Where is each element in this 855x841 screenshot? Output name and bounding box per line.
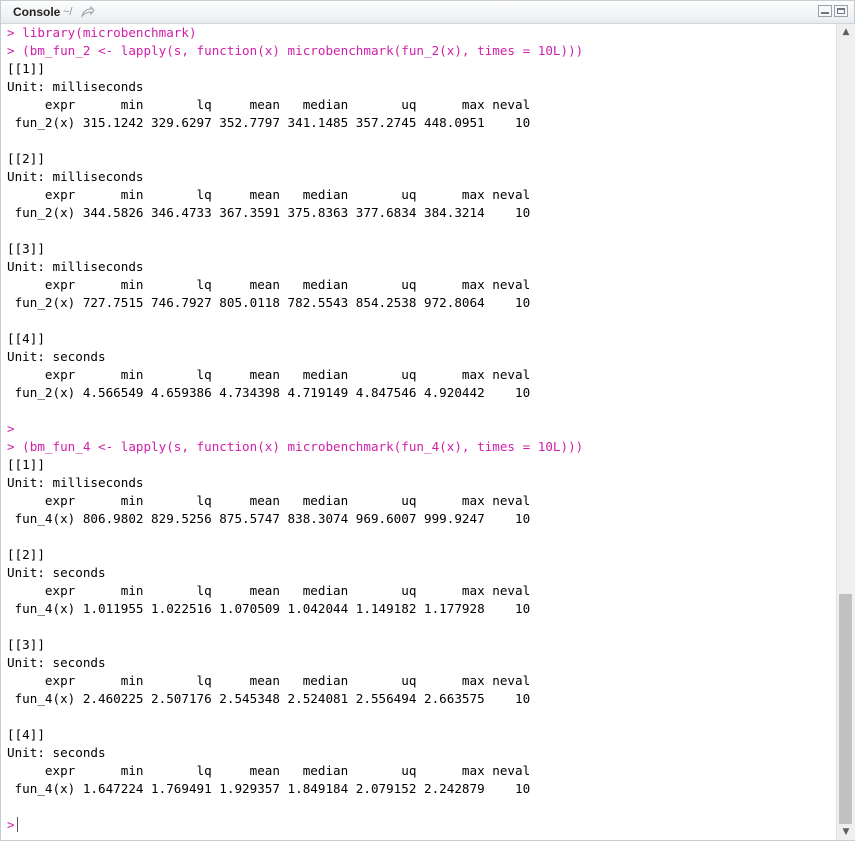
- output-line: fun_4(x) 806.9802 829.5256 875.5747 838.…: [7, 511, 531, 526]
- output-line: Unit: seconds: [7, 655, 106, 670]
- output-line: Unit: milliseconds: [7, 259, 144, 274]
- prompt-symbol: >: [7, 817, 15, 832]
- arrow-out-icon[interactable]: [80, 5, 95, 18]
- command-line: > library(microbenchmark): [7, 25, 197, 40]
- output-line: fun_2(x) 344.5826 346.4733 367.3591 375.…: [7, 205, 531, 220]
- scroll-down-arrow[interactable]: ▼: [837, 824, 855, 840]
- maximize-icon[interactable]: [834, 5, 848, 17]
- minimize-icon[interactable]: [818, 5, 832, 17]
- output-line: fun_4(x) 1.011955 1.022516 1.070509 1.04…: [7, 601, 531, 616]
- scroll-up-arrow[interactable]: ▲: [837, 24, 855, 40]
- output-line: Unit: milliseconds: [7, 79, 144, 94]
- command-line: > (bm_fun_4 <- lapply(s, function(x) mic…: [7, 439, 584, 454]
- output-line: expr min lq mean median uq max neval: [7, 763, 531, 778]
- prompt-line[interactable]: >: [7, 816, 836, 834]
- output-line: expr min lq mean median uq max neval: [7, 97, 531, 112]
- output-line: [[1]]: [7, 457, 45, 472]
- command-line: >: [7, 421, 15, 436]
- output-line: fun_2(x) 4.566549 4.659386 4.734398 4.71…: [7, 385, 531, 400]
- vertical-scrollbar[interactable]: ▲ ▼: [836, 24, 855, 840]
- output-line: fun_2(x) 315.1242 329.6297 352.7797 341.…: [7, 115, 531, 130]
- output-line: [[1]]: [7, 61, 45, 76]
- output-line: [[3]]: [7, 241, 45, 256]
- output-line: Unit: milliseconds: [7, 475, 144, 490]
- output-line: fun_2(x) 727.7515 746.7927 805.0118 782.…: [7, 295, 531, 310]
- output-line: fun_4(x) 2.460225 2.507176 2.545348 2.52…: [7, 691, 531, 706]
- command-line: > (bm_fun_2 <- lapply(s, function(x) mic…: [7, 43, 584, 58]
- console-pane: Console ~/ > library(microbenchmark) > (b…: [0, 0, 855, 841]
- output-line: expr min lq mean median uq max neval: [7, 187, 531, 202]
- output-line: expr min lq mean median uq max neval: [7, 583, 531, 598]
- output-line: fun_4(x) 1.647224 1.769491 1.929357 1.84…: [7, 781, 531, 796]
- output-line: Unit: seconds: [7, 349, 106, 364]
- console-output[interactable]: > library(microbenchmark) > (bm_fun_2 <- …: [1, 24, 836, 840]
- output-line: [[4]]: [7, 727, 45, 742]
- console-title[interactable]: Console: [13, 5, 60, 19]
- console-header: Console ~/: [1, 1, 854, 24]
- output-line: [[2]]: [7, 547, 45, 562]
- scrollbar-thumb[interactable]: [839, 594, 852, 824]
- output-line: Unit: milliseconds: [7, 169, 144, 184]
- output-line: Unit: seconds: [7, 565, 106, 580]
- output-line: [[3]]: [7, 637, 45, 652]
- output-line: [[2]]: [7, 151, 45, 166]
- output-line: expr min lq mean median uq max neval: [7, 493, 531, 508]
- output-line: expr min lq mean median uq max neval: [7, 367, 531, 382]
- output-line: expr min lq mean median uq max neval: [7, 673, 531, 688]
- text-cursor: [16, 817, 18, 832]
- output-line: [[4]]: [7, 331, 45, 346]
- output-line: expr min lq mean median uq max neval: [7, 277, 531, 292]
- output-line: Unit: seconds: [7, 745, 106, 760]
- working-directory: ~/: [63, 6, 73, 18]
